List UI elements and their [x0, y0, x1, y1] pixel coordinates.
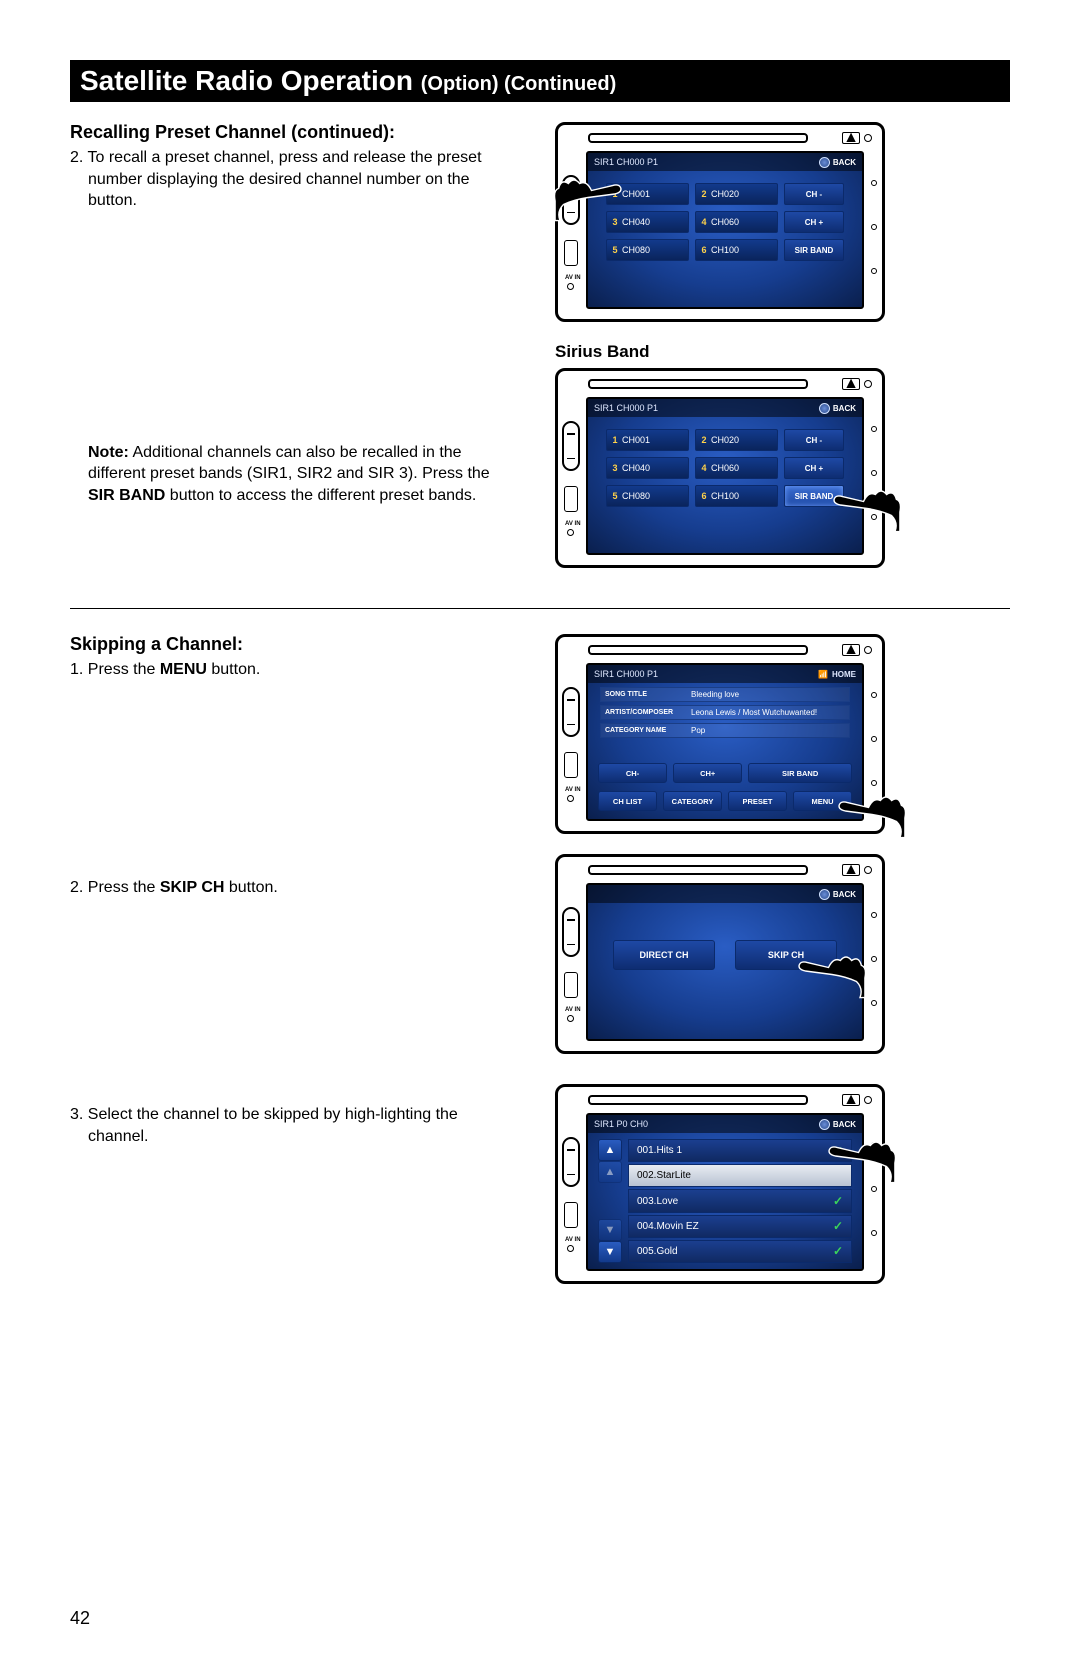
channel-row-selected[interactable]: 002.StarLite	[628, 1164, 852, 1187]
preset-4[interactable]: 4CH060	[695, 457, 778, 479]
sir-band-button[interactable]: SIR BAND	[784, 239, 844, 261]
info-song-title: SONG TITLEBleeding love	[600, 687, 850, 702]
screen-presets[interactable]: SIR1 CH000 P1 BACK 1CH001 2CH020 CH - 3C…	[586, 151, 864, 309]
scroll-down-button[interactable]: ▼	[598, 1241, 622, 1263]
heading-recall: Recalling Preset Channel (continued):	[70, 122, 515, 143]
screen-presets[interactable]: SIR1 CH000 P1 BACK 1CH001 2CH020 CH - 3C…	[586, 397, 864, 555]
status-text: SIR1 CH000 P1	[594, 403, 658, 413]
note-block: Note: Additional channels can also be re…	[88, 442, 515, 507]
preset-6[interactable]: 6CH100	[695, 485, 778, 507]
ch-plus-button[interactable]: CH+	[673, 763, 742, 783]
ch-minus-button[interactable]: CH-	[598, 763, 667, 783]
title-main: Satellite Radio Operation	[80, 65, 421, 96]
page-up-icon[interactable]: ▲	[598, 1161, 622, 1183]
back-button[interactable]: BACK	[819, 157, 856, 168]
preset-3[interactable]: 3CH040	[606, 457, 689, 479]
hand-pointer-icon	[832, 481, 902, 536]
eject-icon: ▲	[842, 378, 860, 390]
hand-pointer-icon	[837, 787, 907, 842]
direct-ch-button[interactable]: DIRECT CH	[613, 940, 715, 970]
info-artist: ARTIST/COMPOSERLeona Lewis / Most Wutchu…	[600, 705, 850, 720]
ch-plus-button[interactable]: CH +	[784, 457, 844, 479]
preset-button[interactable]: PRESET	[728, 791, 787, 811]
scroll-nav: ▲ ▲ ▼ ▼	[598, 1139, 622, 1263]
step-recall-2: 2. To recall a preset channel, press and…	[88, 147, 515, 212]
ch-list-button[interactable]: CH LIST	[598, 791, 657, 811]
screen-channel-list[interactable]: SIR1 P0 CH0 BACK ▲ ▲ ▼ ▼ 001.Hits 1✓ 002…	[586, 1113, 864, 1271]
scroll-up-button[interactable]: ▲	[598, 1139, 622, 1161]
eject-icon: ▲	[842, 132, 860, 144]
ch-plus-button[interactable]: CH +	[784, 211, 844, 233]
back-button[interactable]: BACK	[819, 889, 856, 900]
preset-1[interactable]: 1CH001	[606, 429, 689, 451]
preset-2[interactable]: 2CH020	[695, 429, 778, 451]
step-skip-3: 3. Select the channel to be skipped by h…	[88, 1104, 515, 1147]
preset-6[interactable]: 6CH100	[695, 239, 778, 261]
dot-icon	[864, 134, 872, 142]
preset-4[interactable]: 4CH060	[695, 211, 778, 233]
check-icon: ✓	[833, 1244, 843, 1258]
status-text: SIR1 CH000 P1	[594, 157, 658, 167]
check-icon: ✓	[833, 1219, 843, 1233]
section-divider	[70, 608, 1010, 609]
screen-nowplaying[interactable]: SIR1 CH000 P1 📶 HOME SONG TITLEBleeding l…	[586, 663, 864, 821]
sir-band-button[interactable]: SIR BAND	[748, 763, 852, 783]
page-title-bar: Satellite Radio Operation (Option) (Cont…	[70, 60, 1010, 102]
status-text: SIR1 P0 CH0	[594, 1119, 648, 1129]
preset-2[interactable]: 2CH020	[695, 183, 778, 205]
device-menu: ▲ AV IN SIR1 CH000 P1 📶HOME SONG TITLEBl…	[555, 634, 885, 834]
hand-pointer-icon	[827, 1132, 897, 1187]
usb-icon	[564, 240, 578, 266]
status-text: SIR1 CH000 P1	[594, 669, 658, 679]
page-number: 42	[70, 1608, 90, 1629]
info-category: CATEGORY NAMEPop	[600, 723, 850, 738]
check-icon: ✓	[833, 1194, 843, 1208]
channel-row[interactable]: 005.Gold✓	[628, 1240, 852, 1263]
device-recall-preset: ▲ AV IN SIR1 CH000 P1 BACK 1CH001 2CH020…	[555, 122, 885, 322]
back-button[interactable]: BACK	[819, 403, 856, 414]
category-button[interactable]: CATEGORY	[663, 791, 722, 811]
signal-icon: 📶	[818, 670, 828, 679]
step-skip-2: 2. Press the SKIP CH button.	[88, 877, 515, 899]
page-down-icon[interactable]: ▼	[598, 1219, 622, 1241]
preset-5[interactable]: 5CH080	[606, 239, 689, 261]
step-skip-1: 1. Press the MENU button.	[88, 659, 515, 681]
title-sub: (Option) (Continued)	[421, 73, 617, 95]
usb-icon	[564, 486, 578, 512]
volume-knob-icon	[562, 421, 580, 471]
channel-row[interactable]: 001.Hits 1✓	[628, 1139, 852, 1162]
avin-label: AV IN	[565, 275, 581, 281]
preset-5[interactable]: 5CH080	[606, 485, 689, 507]
heading-skipping: Skipping a Channel:	[70, 634, 515, 655]
channel-row[interactable]: 004.Movin EZ✓	[628, 1215, 852, 1238]
home-button[interactable]: HOME	[832, 670, 856, 679]
ch-minus-button[interactable]: CH -	[784, 183, 844, 205]
channel-row[interactable]: 003.Love✓	[628, 1189, 852, 1212]
hand-pointer-icon	[797, 947, 867, 1002]
back-button[interactable]: BACK	[819, 1119, 856, 1130]
ch-minus-button[interactable]: CH -	[784, 429, 844, 451]
figure-label-sirius: Sirius Band	[555, 342, 1010, 362]
device-sirius-band: ▲ AV IN SIR1 CH000 P1 BACK 1CH001 2CH020…	[555, 368, 885, 568]
hand-pointer-icon	[553, 170, 623, 225]
device-channel-list: ▲ AV IN SIR1 P0 CH0 BACK ▲ ▲ ▼ ▼	[555, 1084, 885, 1284]
device-skipch: ▲ AV IN BACK DIRECT CH SKIP CH	[555, 854, 885, 1054]
